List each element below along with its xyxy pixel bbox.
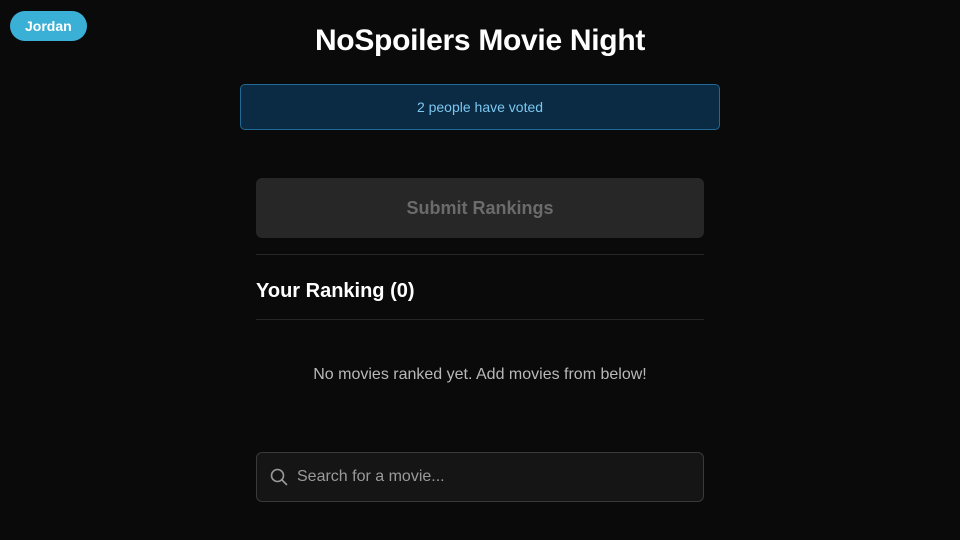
- page-title: NoSpoilers Movie Night: [314, 24, 646, 57]
- vote-count-banner: 2 people have voted: [240, 84, 720, 130]
- vote-count-text: 2 people have voted: [416, 99, 544, 115]
- divider-ranking: [256, 319, 704, 320]
- submit-rankings-button[interactable]: Submit Rankings: [256, 178, 704, 238]
- movie-search-box[interactable]: [256, 452, 704, 502]
- submit-rankings-label: Submit Rankings: [406, 197, 554, 218]
- search-icon: [270, 468, 288, 486]
- search-input[interactable]: [297, 453, 703, 501]
- your-ranking-heading: Your Ranking (0): [256, 280, 415, 302]
- movie-night-page: Jordan NoSpoilers Movie Night 2 people h…: [0, 0, 960, 540]
- divider-top: [256, 254, 704, 255]
- empty-ranking-message: No movies ranked yet. Add movies from be…: [313, 366, 647, 383]
